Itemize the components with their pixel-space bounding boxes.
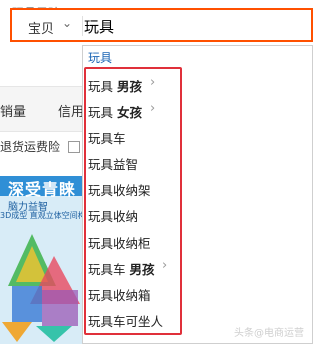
search-bar: 宝贝 ⌄	[10, 8, 313, 42]
annotation-highlight-box	[84, 67, 182, 335]
chevron-down-icon[interactable]: ⌄	[62, 16, 72, 30]
watermark: 头条@电商运营	[234, 328, 304, 339]
ad-title: 深受青睐	[8, 180, 77, 199]
filter-row: 退货运费险	[0, 134, 84, 158]
product-ad-banner[interactable]: 深受青睐 脑力益智 3D成型 直观立体空间构	[0, 176, 84, 344]
sort-by-credit[interactable]: 信用	[58, 101, 84, 120]
search-input[interactable]	[84, 13, 304, 39]
suggestion-header[interactable]: 玩具	[88, 49, 112, 66]
return-shipping-insurance-filter[interactable]: 退货运费险	[0, 138, 60, 155]
sort-by-sales[interactable]: 销量	[0, 101, 26, 120]
filter-checkbox[interactable]	[68, 141, 80, 153]
search-category-select[interactable]: 宝贝	[28, 18, 54, 37]
magnetic-tiles-image	[2, 234, 80, 342]
ad-tagline: 3D成型 直观立体空间构	[0, 211, 84, 220]
search-divider	[82, 16, 83, 36]
